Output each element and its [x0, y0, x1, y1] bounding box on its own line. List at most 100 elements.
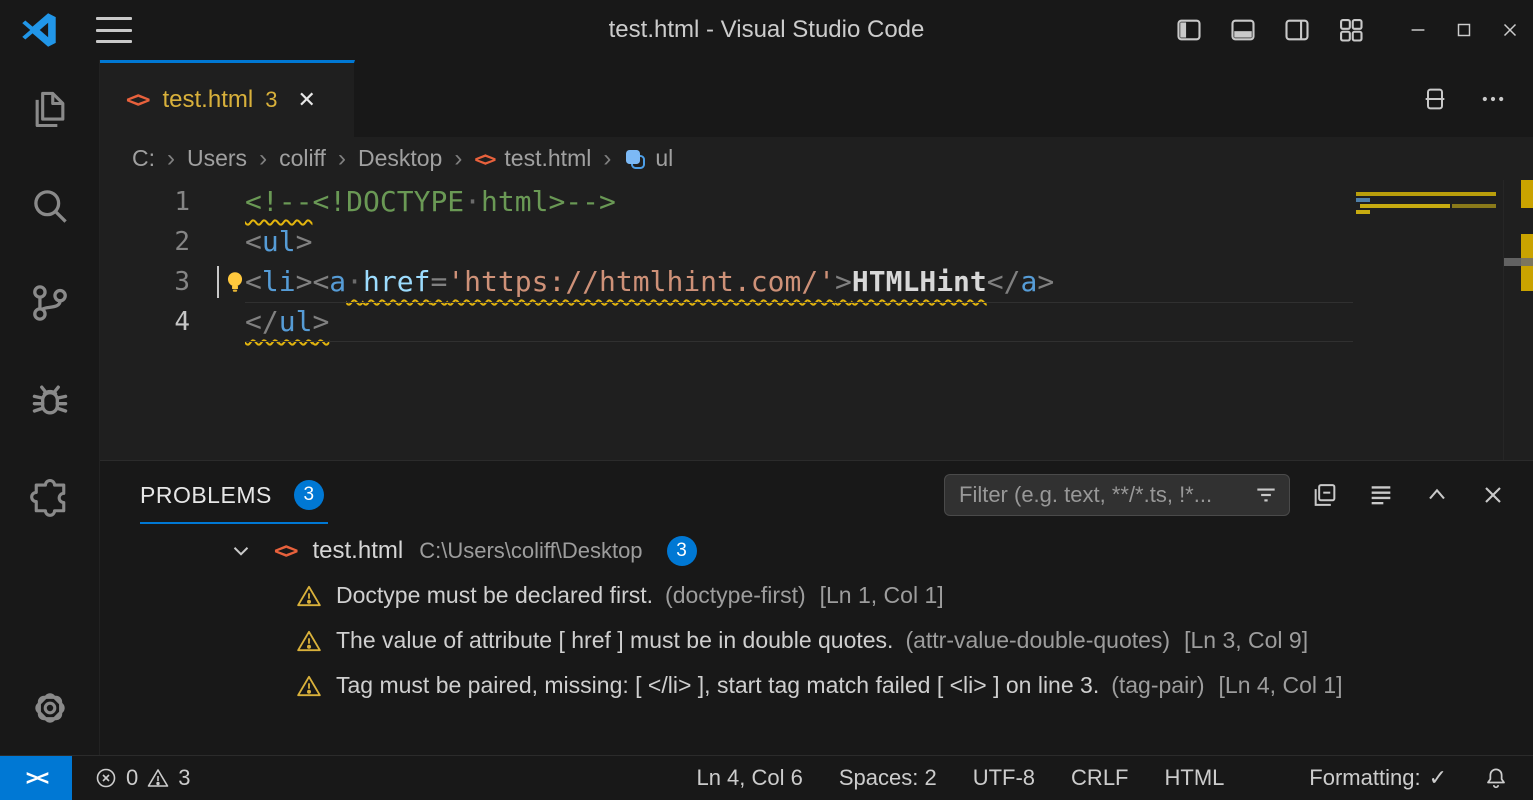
problem-row[interactable]: Doctype must be declared first.(doctype-…	[100, 573, 1533, 618]
scrollbar-slider[interactable]	[1504, 258, 1533, 266]
overview-ruler[interactable]	[1503, 180, 1533, 460]
code-editor[interactable]: 1<!--<!DOCTYPE·html>-->2<ul>3<li><a·href…	[100, 180, 1533, 460]
code-line-1[interactable]: 1<!--<!DOCTYPE·html>-->	[100, 182, 1353, 222]
extensions-icon[interactable]	[0, 448, 100, 545]
status-encoding[interactable]: UTF-8	[973, 765, 1035, 791]
code-token: ul	[279, 305, 313, 338]
file-name: test.html	[313, 537, 404, 565]
code-token: >	[296, 265, 313, 298]
warning-squiggle: <!--	[245, 185, 312, 218]
code-token: html>-->	[481, 185, 616, 218]
notifications-bell-icon[interactable]	[1483, 765, 1509, 791]
toggle-panel-icon[interactable]	[1229, 16, 1257, 44]
code-token: a	[1020, 265, 1037, 298]
explorer-icon[interactable]	[0, 60, 100, 157]
minimap[interactable]	[1356, 192, 1503, 216]
breadcrumb-drive[interactable]: C:	[132, 145, 155, 172]
code-token: ·	[346, 265, 363, 298]
problem-row[interactable]: The value of attribute [ href ] must be …	[100, 618, 1533, 663]
tab-problem-count: 3	[265, 87, 277, 113]
code-token: a	[329, 265, 346, 298]
chevron-down-icon[interactable]	[228, 538, 254, 564]
vscode-logo-icon	[20, 11, 58, 49]
collapse-all-icon[interactable]	[1311, 481, 1339, 509]
code-line-4[interactable]: 4</ul>	[100, 302, 1353, 342]
vscode-window: test.html - Visual Studio Code	[0, 0, 1533, 800]
remote-indicator[interactable]: ><	[0, 756, 72, 800]
close-window-button[interactable]	[1487, 0, 1533, 60]
breadcrumb-separator: ›	[603, 145, 611, 173]
maximize-button[interactable]	[1441, 0, 1487, 60]
settings-gear-icon[interactable]	[0, 660, 100, 755]
code-token: <!--	[245, 185, 312, 218]
customize-layout-icon[interactable]	[1337, 16, 1365, 44]
code-token: <	[312, 265, 329, 298]
status-problems[interactable]: 0 3	[94, 765, 191, 791]
menu-hamburger-icon[interactable]	[96, 17, 132, 43]
line-number: 2	[100, 222, 190, 262]
problems-tab-label: PROBLEMS	[140, 482, 272, 509]
more-actions-icon[interactable]	[1479, 85, 1507, 113]
breadcrumb-separator: ›	[167, 145, 175, 173]
breadcrumb-separator: ›	[259, 145, 267, 173]
run-debug-icon[interactable]	[0, 351, 100, 448]
problem-message: The value of attribute [ href ] must be …	[336, 627, 893, 654]
maximize-panel-icon[interactable]	[1423, 481, 1451, 509]
status-bar: >< 0 3 Ln 4, Col 6 Spaces: 2 UTF-8 CRLF …	[0, 755, 1533, 800]
warning-count: 3	[178, 765, 190, 791]
lightbulb-icon[interactable]	[222, 269, 248, 295]
status-indentation[interactable]: Spaces: 2	[839, 765, 937, 791]
problem-position: [Ln 3, Col 9]	[1184, 627, 1308, 654]
file-problems-badge: 3	[667, 536, 697, 566]
problem-rule-code: (attr-value-double-quotes)	[905, 627, 1170, 654]
problems-filter[interactable]	[944, 474, 1290, 516]
line-number: 1	[100, 182, 190, 222]
text-cursor	[217, 266, 219, 298]
status-language[interactable]: HTML	[1165, 765, 1225, 791]
current-line-highlight	[245, 302, 1353, 342]
problems-count-badge: 3	[294, 480, 324, 510]
breadcrumb-users[interactable]: Users	[187, 145, 247, 172]
minimize-button[interactable]	[1395, 0, 1441, 60]
warning-triangle-icon	[296, 583, 322, 609]
filter-icon[interactable]	[1253, 482, 1279, 508]
tab-test-html[interactable]: <> test.html 3 ✕	[100, 60, 355, 137]
problem-rule-code: (tag-pair)	[1111, 672, 1204, 699]
close-panel-icon[interactable]	[1479, 481, 1507, 509]
search-icon[interactable]	[0, 157, 100, 254]
code-token: >	[296, 225, 313, 258]
breadcrumb-coliff[interactable]: coliff	[279, 145, 326, 172]
code-line-3[interactable]: 3<li><a·href='https://htmlhint.com/'>HTM…	[100, 262, 1353, 302]
tab-bar: <> test.html 3 ✕	[100, 60, 1533, 137]
error-circle-icon	[94, 766, 118, 790]
code-token: </	[987, 265, 1021, 298]
code-token: >	[312, 305, 329, 338]
breadcrumb-file[interactable]: test.html	[504, 145, 591, 172]
html-file-icon: <>	[474, 147, 494, 171]
source-control-icon[interactable]	[0, 254, 100, 351]
split-editor-icon[interactable]	[1421, 85, 1449, 113]
toggle-secondary-sidebar-icon[interactable]	[1283, 16, 1311, 44]
code-line-2[interactable]: 2<ul>	[100, 222, 1353, 262]
code-token: li	[262, 265, 296, 298]
problems-panel: PROBLEMS 3	[100, 460, 1533, 755]
code-token: <	[245, 225, 262, 258]
problems-file-row[interactable]: <> test.html C:\Users\coliff\Desktop 3	[100, 529, 1533, 573]
warning-triangle-icon	[296, 673, 322, 699]
tab-close-icon[interactable]: ✕	[297, 87, 315, 113]
tab-problems[interactable]: PROBLEMS 3	[140, 466, 328, 524]
view-as-list-icon[interactable]	[1367, 481, 1395, 509]
error-count: 0	[126, 765, 138, 791]
toggle-sidebar-icon[interactable]	[1175, 16, 1203, 44]
html-file-icon: <>	[126, 88, 149, 113]
breadcrumb-desktop[interactable]: Desktop	[358, 145, 442, 172]
breadcrumb-symbol[interactable]: ul	[655, 145, 673, 172]
code-area[interactable]: 1<!--<!DOCTYPE·html>-->2<ul>3<li><a·href…	[100, 182, 1353, 342]
problem-message: Tag must be paired, missing: [ </li> ], …	[336, 672, 1099, 699]
line-number: 4	[100, 302, 190, 342]
status-eol[interactable]: CRLF	[1071, 765, 1128, 791]
problems-filter-input[interactable]	[959, 482, 1253, 508]
code-token: 'https://htmlhint.com/'	[447, 265, 835, 298]
status-line-col[interactable]: Ln 4, Col 6	[696, 765, 802, 791]
problem-row[interactable]: Tag must be paired, missing: [ </li> ], …	[100, 663, 1533, 708]
